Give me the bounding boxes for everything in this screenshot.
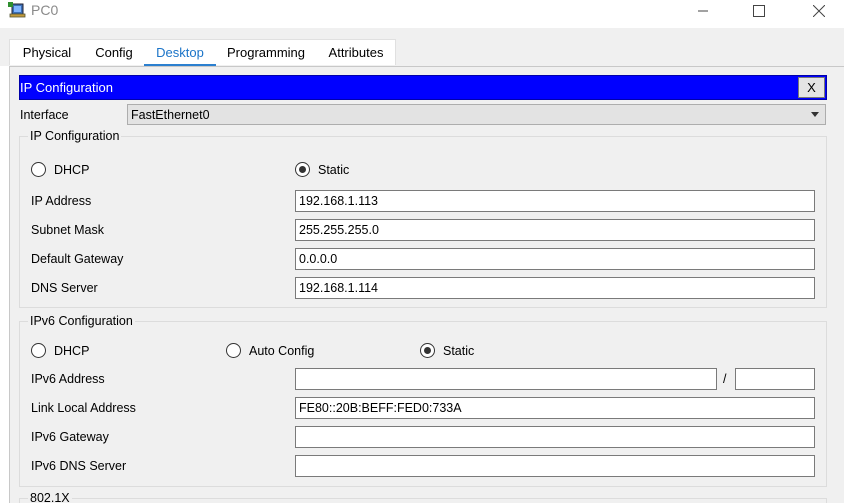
ipv6-dns-field[interactable] [295,455,815,477]
ip-address-field[interactable]: 192.168.1.113 [295,190,815,212]
tab-config[interactable]: Config [86,40,142,66]
ipv4-group-title: IP Configuration [28,129,122,143]
ipv6-static-radio[interactable] [420,343,435,358]
close-window-icon[interactable] [796,0,842,22]
subnet-mask-label: Subnet Mask [31,223,104,237]
dot1x-group [19,498,827,503]
link-local-field[interactable]: FE80::20B:BEFF:FED0:733A [295,397,815,419]
maximize-icon[interactable] [736,0,782,22]
window-title: PC0 [31,2,59,18]
tab-physical[interactable]: Physical [12,40,82,66]
subnet-mask-field[interactable]: 255.255.255.0 [295,219,815,241]
ipv6-address-label: IPv6 Address [31,372,105,386]
tab-bar: Physical Config Desktop Programming Attr… [0,28,844,67]
ipv4-static-radio[interactable] [295,162,310,177]
ip-config-header: IP Configuration X [19,75,827,100]
default-gateway-label: Default Gateway [31,252,124,266]
ipv6-gateway-field[interactable] [295,426,815,448]
dns-server-field[interactable]: 192.168.1.114 [295,277,815,299]
ipv6-dns-label: IPv6 DNS Server [31,459,127,473]
ip-address-label: IP Address [31,194,92,208]
ipv6-auto-config-radio[interactable] [226,343,241,358]
tab-programming[interactable]: Programming [220,40,312,66]
close-panel-button[interactable]: X [798,77,825,98]
interface-value: FastEthernet0 [131,108,210,122]
ipv6-dhcp-label: DHCP [54,344,90,358]
ipv4-static-label: Static [318,163,350,177]
ipv6-dhcp-radio[interactable] [31,343,46,358]
dns-server-label: DNS Server [31,281,98,295]
interface-label: Interface [20,108,69,122]
ipv6-static-label: Static [443,344,475,358]
link-local-label: Link Local Address [31,401,136,415]
prefix-separator: / [723,372,727,386]
ipv6-prefix-field[interactable] [735,368,815,390]
ipv6-gateway-label: IPv6 Gateway [31,430,109,444]
minimize-icon[interactable] [680,0,726,22]
title-bar: PC0 [0,0,844,28]
ipv6-address-field[interactable] [295,368,717,390]
interface-select[interactable]: FastEthernet0 [127,104,826,125]
ipv6-group-title: IPv6 Configuration [28,314,135,328]
panel-title: IP Configuration [20,80,113,95]
packet-tracer-pc-icon [8,2,28,20]
tab-desktop[interactable]: Desktop [144,40,216,67]
default-gateway-field[interactable]: 0.0.0.0 [295,248,815,270]
chevron-down-icon [811,112,819,117]
ipv4-dhcp-label: DHCP [54,163,90,177]
tab-attributes[interactable]: Attributes [318,40,394,66]
ipv4-dhcp-radio[interactable] [31,162,46,177]
ipv6-auto-config-label: Auto Config [249,344,315,358]
tab-strip: Physical Config Desktop Programming Attr… [9,39,396,67]
dot1x-group-title: 802.1X [28,491,72,503]
